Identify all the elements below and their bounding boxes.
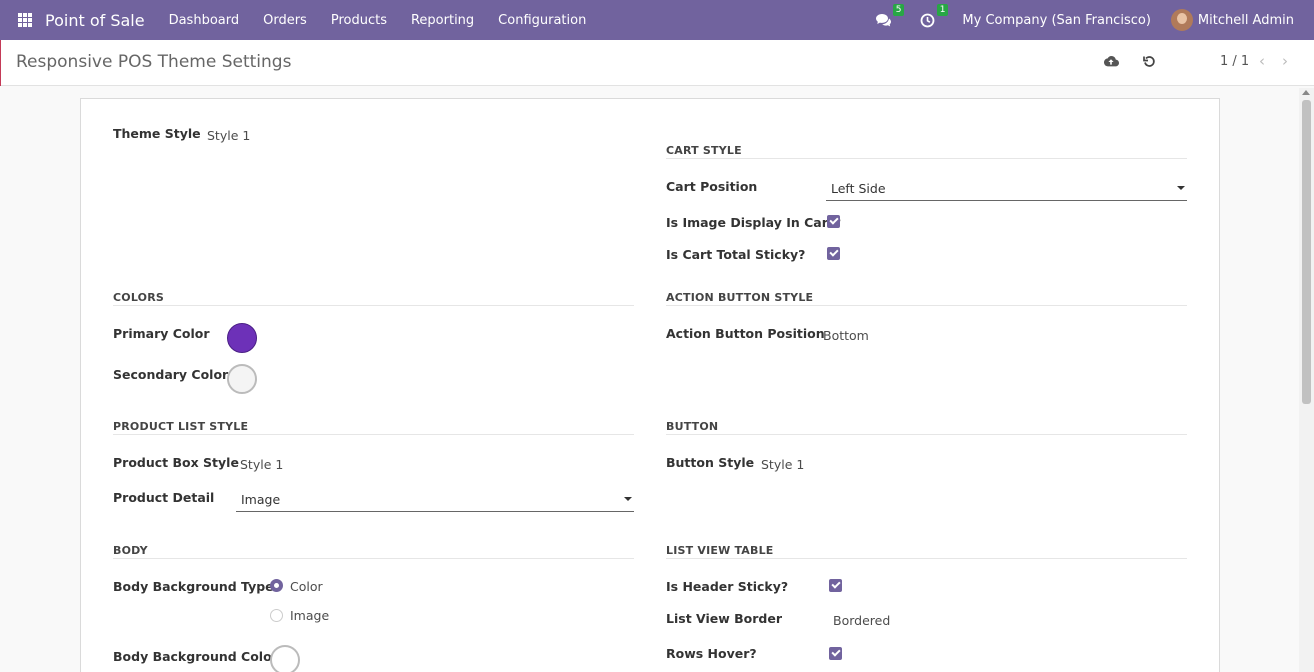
cart-total-sticky-label: Is Cart Total Sticky?	[666, 247, 806, 262]
product-list-style-divider	[113, 434, 634, 435]
app-title[interactable]: Point of Sale	[45, 11, 145, 30]
product-detail-caret-icon	[624, 497, 632, 501]
image-display-checkbox[interactable]	[827, 215, 840, 228]
product-box-style-value[interactable]: Style 1	[240, 457, 283, 472]
list-view-border-value[interactable]: Bordered	[833, 613, 890, 628]
button-style-label: Button Style	[666, 455, 755, 470]
list-view-table-section-title: LIST VIEW TABLE	[666, 544, 774, 557]
colors-section-title: COLORS	[113, 291, 164, 304]
user-name: Mitchell Admin	[1197, 12, 1294, 28]
cart-position-caret-icon	[1177, 186, 1185, 190]
product-list-style-section-title: PRODUCT LIST STYLE	[113, 420, 249, 433]
button-style-value[interactable]: Style 1	[761, 457, 804, 472]
theme-style-value[interactable]: Style 1	[207, 128, 250, 143]
menu-configuration[interactable]: Configuration	[486, 13, 598, 28]
body-divider	[113, 558, 634, 559]
background-type-color-label[interactable]: Color	[290, 579, 323, 594]
save-cloud-icon[interactable]	[1102, 52, 1120, 70]
activities-badge: 1	[936, 4, 949, 16]
user-menu[interactable]: Mitchell Admin	[1170, 9, 1294, 31]
cart-position-value: Left Side	[831, 181, 886, 196]
cart-total-sticky-checkbox[interactable]	[827, 247, 840, 260]
colors-divider	[113, 305, 634, 306]
rows-hover-label: Rows Hover?	[666, 646, 757, 661]
button-divider	[666, 434, 1187, 435]
theme-style-label: Theme Style	[113, 126, 201, 141]
menu-orders[interactable]: Orders	[251, 13, 319, 28]
messages-icon[interactable]: 5	[874, 4, 905, 29]
messages-badge: 5	[892, 4, 905, 16]
header-sticky-label: Is Header Sticky?	[666, 579, 789, 594]
action-button-style-section-title: ACTION BUTTON STYLE	[666, 291, 814, 304]
scrollbar[interactable]	[1299, 88, 1314, 672]
avatar	[1170, 9, 1193, 31]
secondary-color-swatch[interactable]	[227, 364, 257, 394]
body-section-title: BODY	[113, 544, 148, 557]
button-section-title: BUTTON	[666, 420, 719, 433]
product-box-style-label: Product Box Style	[113, 455, 239, 470]
product-detail-select[interactable]: Image	[236, 487, 634, 512]
pager-next-icon[interactable]: ›	[1282, 52, 1288, 70]
cart-style-divider	[666, 158, 1187, 159]
body-background-color-swatch[interactable]	[270, 645, 300, 672]
company-switcher[interactable]: My Company (San Francisco)	[962, 13, 1150, 28]
background-type-image-label[interactable]: Image	[290, 608, 329, 623]
body-background-type-label: Body Background Type	[113, 579, 274, 594]
background-type-color-radio[interactable]	[270, 579, 283, 592]
menu-dashboard[interactable]: Dashboard	[157, 13, 252, 28]
rows-hover-checkbox[interactable]	[829, 647, 842, 660]
scroll-thumb[interactable]	[1302, 100, 1311, 404]
product-detail-value: Image	[241, 492, 281, 507]
list-view-border-label: List View Border	[666, 611, 783, 626]
body-background-color-label: Body Background Color	[113, 649, 278, 664]
background-type-image-radio[interactable]	[270, 609, 283, 622]
primary-color-label: Primary Color	[113, 326, 210, 341]
discard-undo-icon[interactable]	[1140, 52, 1158, 70]
top-navbar: Point of Sale Dashboard Orders Products …	[0, 0, 1314, 40]
cart-position-label: Cart Position	[666, 179, 758, 194]
image-display-label: Is Image Display In Cart?	[666, 215, 842, 230]
menu-reporting[interactable]: Reporting	[399, 13, 486, 28]
product-detail-label: Product Detail	[113, 490, 215, 505]
action-button-style-divider	[666, 305, 1187, 306]
list-view-table-divider	[666, 558, 1187, 559]
activities-clock-icon[interactable]: 1	[918, 4, 949, 29]
header-sticky-checkbox[interactable]	[829, 579, 842, 592]
cart-position-select[interactable]: Left Side	[826, 176, 1187, 201]
cart-style-section-title: CART STYLE	[666, 144, 742, 157]
page-title: Responsive POS Theme Settings	[16, 52, 292, 72]
apps-menu-icon[interactable]	[18, 13, 32, 27]
action-button-position-value[interactable]: Bottom	[823, 328, 869, 343]
pager-value[interactable]: 1 / 1	[1220, 54, 1249, 69]
control-panel: Responsive POS Theme Settings 1 / 1 ‹ ›	[0, 40, 1314, 86]
action-button-position-label: Action Button Position	[666, 326, 825, 341]
pager-previous-icon[interactable]: ‹	[1259, 52, 1265, 70]
primary-color-swatch[interactable]	[227, 323, 257, 353]
secondary-color-label: Secondary Color	[113, 367, 229, 382]
menu-products[interactable]: Products	[319, 13, 399, 28]
scroll-up-arrow-icon[interactable]	[1302, 90, 1310, 95]
